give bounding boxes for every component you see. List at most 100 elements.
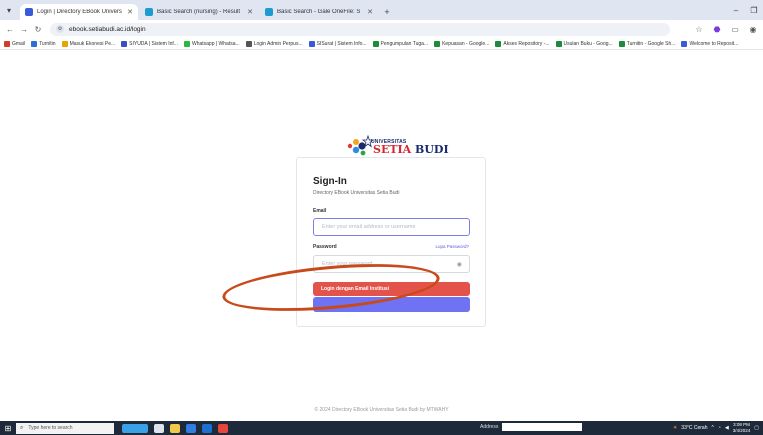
eye-icon[interactable]: ◉ bbox=[457, 261, 462, 268]
bookmark-label: Turnitin bbox=[39, 40, 56, 47]
bookmark-favicon-icon bbox=[434, 40, 441, 47]
clock-date: 3/4/2024 bbox=[732, 428, 751, 433]
new-tab-button[interactable]: + bbox=[380, 4, 394, 20]
email-placeholder: Enter your email address or username bbox=[322, 224, 416, 230]
bookmark-item[interactable]: Akses Repository -... bbox=[495, 40, 550, 47]
bookmark-label: Whatsapp | Whatsa... bbox=[191, 40, 240, 47]
bookmark-favicon-icon bbox=[245, 40, 252, 47]
bookmark-label: Turnitin - Google Sh... bbox=[626, 40, 676, 47]
bookmark-item[interactable]: Turnitin bbox=[31, 40, 56, 47]
address-label: Address bbox=[480, 424, 499, 430]
browser-toolbar: ← → ↻ ⚙ ebook.setiabudi.ac.id/login ☆ ⬣ … bbox=[0, 20, 763, 38]
bookmark-favicon-icon bbox=[495, 40, 502, 47]
favicon-icon bbox=[265, 8, 273, 16]
bookmark-favicon-icon bbox=[61, 40, 68, 47]
screen: ▾ Login | Directory EBook Univers ✕ Basi… bbox=[0, 0, 763, 435]
tab-basic-search-nursing[interactable]: Basic Search (nursing) - Result ✕ bbox=[140, 4, 258, 20]
sidepanel-icon[interactable]: ▭ bbox=[729, 22, 741, 36]
bookmark-item[interactable]: Kepuasan - Google... bbox=[434, 40, 490, 47]
password-label: Password bbox=[313, 244, 337, 250]
email-label: Email bbox=[313, 208, 327, 214]
close-icon[interactable]: ✕ bbox=[247, 8, 253, 16]
address-toolbar: Address bbox=[480, 423, 583, 431]
word-icon[interactable] bbox=[202, 423, 212, 433]
minimize-icon[interactable]: – bbox=[727, 0, 745, 20]
logo-name: SETIA BUDI bbox=[373, 143, 449, 156]
bookmark-label: Welcome to Reposit... bbox=[689, 40, 739, 47]
reload-icon[interactable]: ↻ bbox=[32, 22, 44, 36]
bookmark-favicon-icon bbox=[4, 40, 10, 47]
bookmark-item[interactable]: SISurat | Sistem Info... bbox=[308, 40, 367, 47]
bookmark-item[interactable]: Welcome to Reposit... bbox=[681, 40, 739, 47]
taskbar-search-placeholder: Type here to search bbox=[28, 425, 73, 431]
bookmark-favicon-icon bbox=[183, 40, 190, 47]
close-icon[interactable]: ✕ bbox=[367, 8, 373, 16]
extension-icon[interactable]: ⬣ bbox=[711, 22, 723, 36]
tab-login[interactable]: Login | Directory EBook Univers ✕ bbox=[20, 4, 138, 20]
volume-icon[interactable]: ◀ bbox=[725, 425, 729, 431]
bookmark-favicon-icon bbox=[681, 40, 688, 47]
site-info-icon[interactable]: ⚙ bbox=[56, 25, 64, 33]
tab-label: Basic Search - Gale OneFile: S bbox=[277, 9, 361, 15]
profile-icon[interactable]: ◉ bbox=[747, 22, 759, 36]
bookmark-label: SISurat | Sistem Info... bbox=[316, 40, 367, 47]
chrome-icon[interactable] bbox=[218, 423, 228, 433]
back-icon[interactable]: ← bbox=[4, 22, 16, 36]
bookmark-item[interactable]: Login Admin Perpus... bbox=[245, 40, 303, 47]
bookmark-item[interactable]: Gmail bbox=[4, 40, 26, 47]
taskbar-search[interactable]: ⌕ Type here to search bbox=[16, 422, 114, 434]
notification-icon[interactable]: ▢ bbox=[754, 425, 759, 431]
bookmark-item[interactable]: Masuk Ekonesi Pe... bbox=[61, 40, 116, 47]
bookmark-favicon-icon bbox=[555, 40, 562, 47]
bookmark-label: Kepuasan - Google... bbox=[442, 40, 490, 47]
edge-icon[interactable] bbox=[186, 423, 196, 433]
bookmark-star-icon[interactable]: ☆ bbox=[693, 22, 705, 36]
page-footer: © 2024 Directory EBook Universitas Setia… bbox=[314, 407, 449, 413]
bookmark-item[interactable]: Pengumpulan Tuga... bbox=[372, 40, 429, 47]
bookmark-favicon-icon bbox=[121, 40, 128, 47]
forgot-password-link[interactable]: Lupa Password? bbox=[435, 244, 469, 249]
weather-text[interactable]: 33°C Cerah bbox=[681, 425, 707, 431]
address-bar[interactable]: ⚙ ebook.setiabudi.ac.id/login bbox=[50, 22, 670, 36]
toolbar-actions: ☆ ⬣ ▭ ◉ bbox=[693, 22, 759, 36]
page-content: UNIVERSITAS SETIA BUDI Sign-In Directory… bbox=[0, 51, 763, 421]
bookmark-item[interactable]: Usulan Buku - Goog... bbox=[555, 40, 613, 47]
bookmark-favicon-icon bbox=[308, 40, 315, 47]
tab-basic-search-gale[interactable]: Basic Search - Gale OneFile: S ✕ bbox=[260, 4, 378, 20]
url-text: ebook.setiabudi.ac.id/login bbox=[69, 25, 146, 33]
bookmark-label: Gmail bbox=[12, 40, 26, 47]
task-view-icon[interactable] bbox=[154, 423, 164, 433]
weather-icon: ☀ bbox=[672, 425, 678, 431]
bookmark-item[interactable]: Turnitin - Google Sh... bbox=[618, 40, 676, 47]
window-controls: – ❐ bbox=[727, 0, 763, 20]
bookmark-label: Login Admin Perpus... bbox=[253, 40, 303, 47]
logo-name-part1: SETIA bbox=[373, 143, 412, 156]
maximize-icon[interactable]: ❐ bbox=[745, 0, 763, 20]
tab-search-icon[interactable]: ▾ bbox=[0, 0, 18, 20]
network-icon[interactable]: ◔ bbox=[718, 425, 721, 431]
taskbar-app-icon[interactable] bbox=[122, 423, 148, 433]
email-input[interactable]: Enter your email address or username bbox=[313, 218, 470, 236]
favicon-icon bbox=[145, 8, 153, 16]
clock[interactable]: 3:08 PM 3/4/2024 bbox=[733, 422, 751, 434]
bookmark-item[interactable]: Whatsapp | Whatsa... bbox=[183, 40, 240, 47]
bookmark-label: Pengumpulan Tuga... bbox=[380, 40, 429, 47]
tray-chevron-icon[interactable]: ^ bbox=[711, 425, 713, 431]
windows-start-icon[interactable]: ⊞ bbox=[0, 421, 16, 435]
file-explorer-icon[interactable] bbox=[170, 423, 180, 433]
browser-tab-strip: ▾ Login | Directory EBook Univers ✕ Basi… bbox=[0, 0, 763, 20]
taskbar-apps bbox=[122, 423, 228, 433]
address-input[interactable] bbox=[502, 423, 583, 431]
bookmark-label: Masuk Ekonesi Pe... bbox=[69, 40, 116, 47]
bookmark-item[interactable]: SIYUDA | Sistem Inf... bbox=[121, 40, 178, 47]
favicon-icon bbox=[25, 8, 33, 16]
signin-title: Sign-In bbox=[313, 176, 347, 187]
close-icon[interactable]: ✕ bbox=[127, 8, 133, 16]
bookmarks-bar: Gmail Turnitin Masuk Ekonesi Pe... SIYUDA |… bbox=[0, 38, 763, 50]
tab-label: Basic Search (nursing) - Result bbox=[157, 9, 241, 15]
forward-icon[interactable]: → bbox=[18, 22, 30, 36]
search-icon: ⌕ bbox=[20, 424, 24, 431]
bookmark-label: Akses Repository -... bbox=[503, 40, 550, 47]
bookmark-favicon-icon bbox=[31, 40, 38, 47]
tab-label: Login | Directory EBook Univers bbox=[37, 9, 122, 15]
